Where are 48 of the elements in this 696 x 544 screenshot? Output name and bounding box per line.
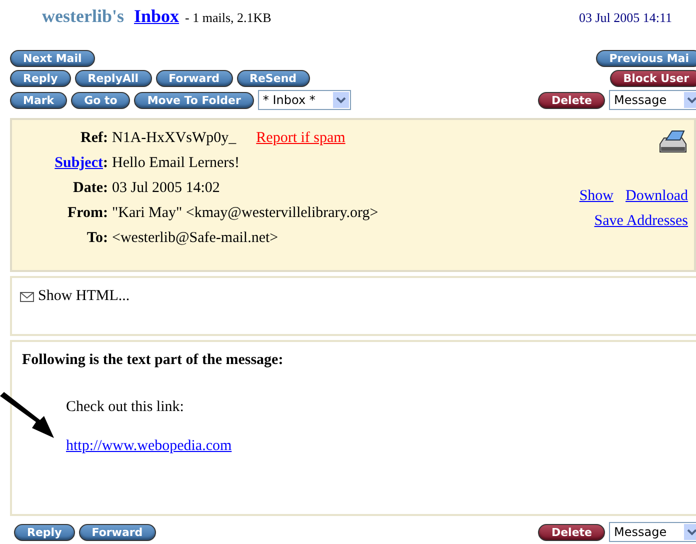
field-label: From: [67, 205, 103, 222]
toolbar-button[interactable]: Reply: [10, 70, 71, 87]
dropdown-field[interactable]: * Inbox *: [258, 90, 351, 110]
field-label: Ref: [80, 130, 103, 147]
field-value: <westerlib@Safe-mail.net>: [112, 230, 278, 247]
toolbar-button[interactable]: Mark: [10, 92, 68, 108]
field-label-link[interactable]: Subject: [54, 155, 103, 172]
caret-icon: [684, 92, 696, 108]
show-html-link[interactable]: Show HTML...: [38, 288, 130, 305]
field-separator: :: [103, 180, 108, 197]
danger-button[interactable]: Block User: [610, 70, 696, 87]
field-separator: :: [103, 205, 108, 222]
toolbar-button[interactable]: Move To Folder: [134, 92, 254, 108]
field-value: 03 Jul 2005 14:02: [112, 180, 220, 197]
toolbar-button[interactable]: ReplyAll: [74, 70, 152, 87]
field-value: N1A-HxXVsWp0y_: [112, 130, 236, 147]
field-separator: :: [103, 230, 108, 247]
caret-icon: [684, 524, 696, 540]
envelope-icon: [20, 292, 34, 302]
field-value: "Kari May" <kmay@westervillelibrary.org>: [112, 205, 378, 222]
toolbar-button[interactable]: Go to: [71, 92, 130, 108]
current-datetime: 03 Jul 2005 14:11: [578, 10, 672, 26]
toolbar-button[interactable]: ReSend: [236, 70, 310, 87]
body-text: Check out this link:: [66, 399, 185, 416]
body-link[interactable]: http://www.webopedia.com: [66, 438, 232, 455]
report-spam-link[interactable]: Report if spam: [256, 130, 346, 147]
header-link[interactable]: Save Addresses: [594, 213, 688, 230]
field-label: To: [86, 230, 103, 247]
field-separator: :: [103, 155, 108, 172]
field-label: Date: [73, 180, 103, 197]
toolbar-button[interactable]: Previous Mai: [596, 50, 696, 67]
username-text: westerlib's: [42, 6, 124, 27]
dropdown-field[interactable]: Message: [609, 90, 696, 110]
header-link[interactable]: Download: [626, 188, 688, 205]
toolbar-button[interactable]: Next Mail: [10, 50, 95, 67]
field-separator: :: [103, 130, 108, 147]
toolbar-button[interactable]: Forward: [156, 70, 232, 87]
danger-button[interactable]: Delete: [538, 92, 605, 108]
danger-button[interactable]: Delete: [538, 524, 605, 540]
dropdown-field[interactable]: Message: [609, 522, 696, 542]
mailbox-summary: - 1 mails, 2.1KB: [185, 10, 272, 26]
inbox-link[interactable]: Inbox: [134, 6, 180, 27]
field-value: Hello Email Lerners!: [112, 155, 240, 172]
body-heading: Following is the text part of the message:: [22, 352, 284, 369]
caret-icon: [332, 92, 349, 108]
toolbar-button[interactable]: Reply: [14, 524, 75, 540]
toolbar-button[interactable]: Forward: [78, 524, 156, 540]
header-link[interactable]: Show: [579, 188, 614, 205]
